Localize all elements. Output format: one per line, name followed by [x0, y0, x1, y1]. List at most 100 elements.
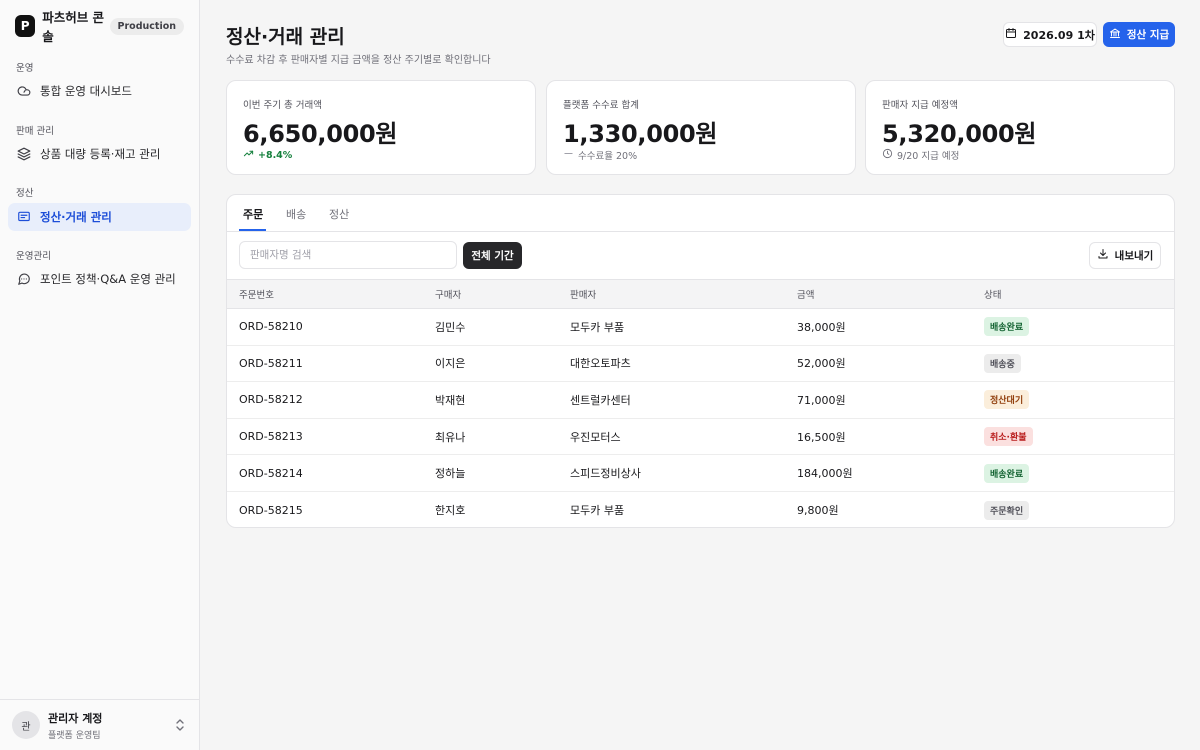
amount-cell: 71,000원 — [797, 381, 984, 419]
nav-section-label: 판매 관리 — [16, 126, 54, 137]
period-filter-button[interactable]: 전체 기간 — [463, 242, 522, 269]
status-badge: 정산대기 — [984, 390, 1030, 410]
status-cell: 주문확인 — [984, 491, 1174, 527]
buyer-cell: 이지은 — [435, 345, 570, 383]
seller-cell: 모두카 부품 — [570, 308, 797, 346]
status-cell: 정산대기 — [984, 381, 1174, 419]
summary-card-seller-payout: 판매자 지급 예정액 5,320,000원 9/20 지급 예정 — [865, 80, 1175, 175]
column-header-order-id[interactable]: 주문번호 — [227, 279, 435, 309]
buyer-cell: 한지호 — [435, 504, 466, 518]
seller-cell: 스피드정비상사 — [570, 454, 797, 492]
sidebar-item-label: 통합 운영 대시보드 — [40, 84, 132, 98]
minus-icon — [563, 148, 578, 162]
card-value: 1,330,000원 — [563, 120, 718, 148]
seller-search-input[interactable] — [239, 241, 457, 269]
order-id-cell: ORD-58211 — [227, 345, 435, 383]
sidebar-item-label: 정산·거래 관리 — [40, 210, 112, 224]
status-cell: 배송중 — [984, 345, 1174, 383]
bank-icon — [1109, 27, 1127, 42]
status-badge: 배송완료 — [984, 463, 1030, 483]
pay-settlement-button[interactable]: 정산 지급 — [1103, 22, 1175, 47]
export-button[interactable]: 내보내기 — [1089, 242, 1161, 269]
order-id-cell: ORD-58214 — [227, 454, 435, 492]
seller-cell: 대한오토파츠 — [570, 345, 797, 383]
card-trend: +8.4% — [243, 148, 292, 162]
layers-icon — [17, 147, 31, 161]
table-row[interactable]: ORD-58211 이지은 대한오토파츠 52,000원 배송중 — [227, 345, 1174, 383]
order-id-cell: ORD-58215 — [239, 503, 303, 517]
column-header-seller[interactable]: 판매자 — [570, 279, 797, 309]
sidebar-item-label: 상품 대량 등록·재고 관리 — [40, 147, 161, 161]
amount-cell: 52,000원 — [797, 345, 984, 383]
buyer-cell: 박재현 — [435, 381, 570, 419]
page-title: 정산·거래 관리 — [226, 26, 345, 48]
user-name: 관리자 계정 — [48, 711, 103, 725]
sidebar-item-products[interactable]: 상품 대량 등록·재고 관리 — [8, 140, 191, 168]
chevrons-up-down-icon — [175, 718, 185, 736]
avatar: 관 — [12, 711, 40, 739]
card-note: 9/20 지급 예정 — [882, 148, 959, 162]
buyer-cell: 최유나 — [435, 418, 570, 456]
page-subtitle: 수수료 차감 후 판매자별 지급 금액을 정산 주기별로 확인합니다 — [226, 55, 491, 66]
order-id-cell: ORD-58213 — [227, 418, 435, 456]
tab-orders[interactable]: 주문 — [243, 206, 263, 222]
amount-cell: 16,500원 — [797, 418, 984, 456]
sidebar-item-dashboard[interactable]: 통합 운영 대시보드 — [8, 77, 191, 105]
table-row[interactable]: ORD-58210 김민수 모두카 부품 38,000원 배송완료 — [227, 308, 1174, 346]
download-icon — [1097, 248, 1115, 263]
sidebar-item-points-qa[interactable]: 포인트 정책·Q&A 운영 관리 — [8, 265, 191, 293]
amount-cell: 9,800원 — [797, 504, 839, 518]
brand: P 파츠허브 콘솔 Production — [15, 10, 184, 44]
account-switcher[interactable]: 관 관리자 계정 플랫폼 운영팀 — [0, 699, 199, 750]
card-note: 수수료율 20% — [563, 148, 637, 162]
status-cell: 배송완료 — [984, 308, 1174, 346]
message-square-icon — [17, 210, 31, 224]
card-value: 6,650,000원 — [243, 120, 398, 148]
calendar-icon — [1005, 27, 1023, 42]
table-row[interactable]: ORD-58213 최유나 우진모터스 16,500원 취소·환불 — [227, 418, 1174, 456]
column-header-amount[interactable]: 금액 — [797, 279, 984, 309]
table-row[interactable]: ORD-58212 박재현 센트럴카센터 71,000원 정산대기 — [227, 381, 1174, 419]
seller-cell: 모두카 부품 — [570, 504, 625, 518]
status-cell: 배송완료 — [984, 454, 1174, 492]
trending-up-icon — [243, 148, 258, 162]
nav-section-label: 운영관리 — [16, 251, 51, 262]
order-id-cell: ORD-58212 — [227, 381, 435, 419]
clock-icon — [882, 148, 897, 162]
sidebar-item-label: 포인트 정책·Q&A 운영 관리 — [40, 272, 176, 286]
nav-section-label: 운영 — [16, 63, 34, 74]
transactions-panel: 주문 배송 정산 전체 기간 내보내기 주문번호 구매자 판매자 금액 상태 O… — [226, 194, 1175, 528]
orders-table: 주문번호 구매자 판매자 금액 상태 ORD-58210 김민수 모두카 부품 38,… — [227, 279, 1174, 527]
amount-cell: 184,000원 — [797, 454, 984, 492]
column-header-status[interactable]: 상태 — [984, 279, 1174, 309]
status-badge: 배송중 — [984, 353, 1021, 373]
user-team: 플랫폼 운영팀 — [48, 730, 101, 741]
sidebar: P 파츠허브 콘솔 Production 운영 통합 운영 대시보드 판매 관리… — [0, 0, 200, 750]
environment-badge: Production — [109, 17, 184, 35]
tab-settlement[interactable]: 정산 — [329, 206, 349, 222]
tab-shipping[interactable]: 배송 — [286, 206, 306, 222]
seller-cell: 우진모터스 — [570, 418, 797, 456]
table-row[interactable]: ORD-58215 한지호 모두카 부품 9,800원 주문확인 — [227, 491, 1174, 527]
message-circle-icon — [17, 272, 31, 286]
sidebar-item-settlement[interactable]: 정산·거래 관리 — [8, 203, 191, 231]
card-label: 플랫폼 수수료 합계 — [563, 100, 639, 111]
settlement-cycle-button[interactable]: 2026.09 1차 — [1003, 22, 1097, 47]
column-header-buyer[interactable]: 구매자 — [435, 279, 570, 309]
pay-settlement-label: 정산 지급 — [1126, 29, 1170, 41]
card-note-text: 수수료율 20% — [578, 151, 638, 162]
active-tab-indicator — [239, 229, 266, 231]
table-row[interactable]: ORD-58214 정하늘 스피드정비상사 184,000원 배송완료 — [227, 454, 1174, 492]
amount-cell: 38,000원 — [797, 308, 984, 346]
card-label: 이번 주기 총 거래액 — [243, 100, 322, 111]
brand-logo: P — [15, 15, 36, 37]
tab-bar: 주문 배송 정산 — [227, 195, 1174, 232]
status-badge: 취소·환불 — [984, 427, 1033, 447]
export-button-label: 내보내기 — [1114, 250, 1154, 262]
status-cell: 취소·환불 — [984, 418, 1174, 456]
card-trend-value: +8.4% — [258, 149, 293, 161]
card-note-text: 9/20 지급 예정 — [897, 151, 960, 162]
buyer-cell: 정하늘 — [435, 454, 570, 492]
brand-name: 파츠허브 콘솔 — [42, 10, 105, 44]
buyer-cell: 김민수 — [435, 308, 570, 346]
